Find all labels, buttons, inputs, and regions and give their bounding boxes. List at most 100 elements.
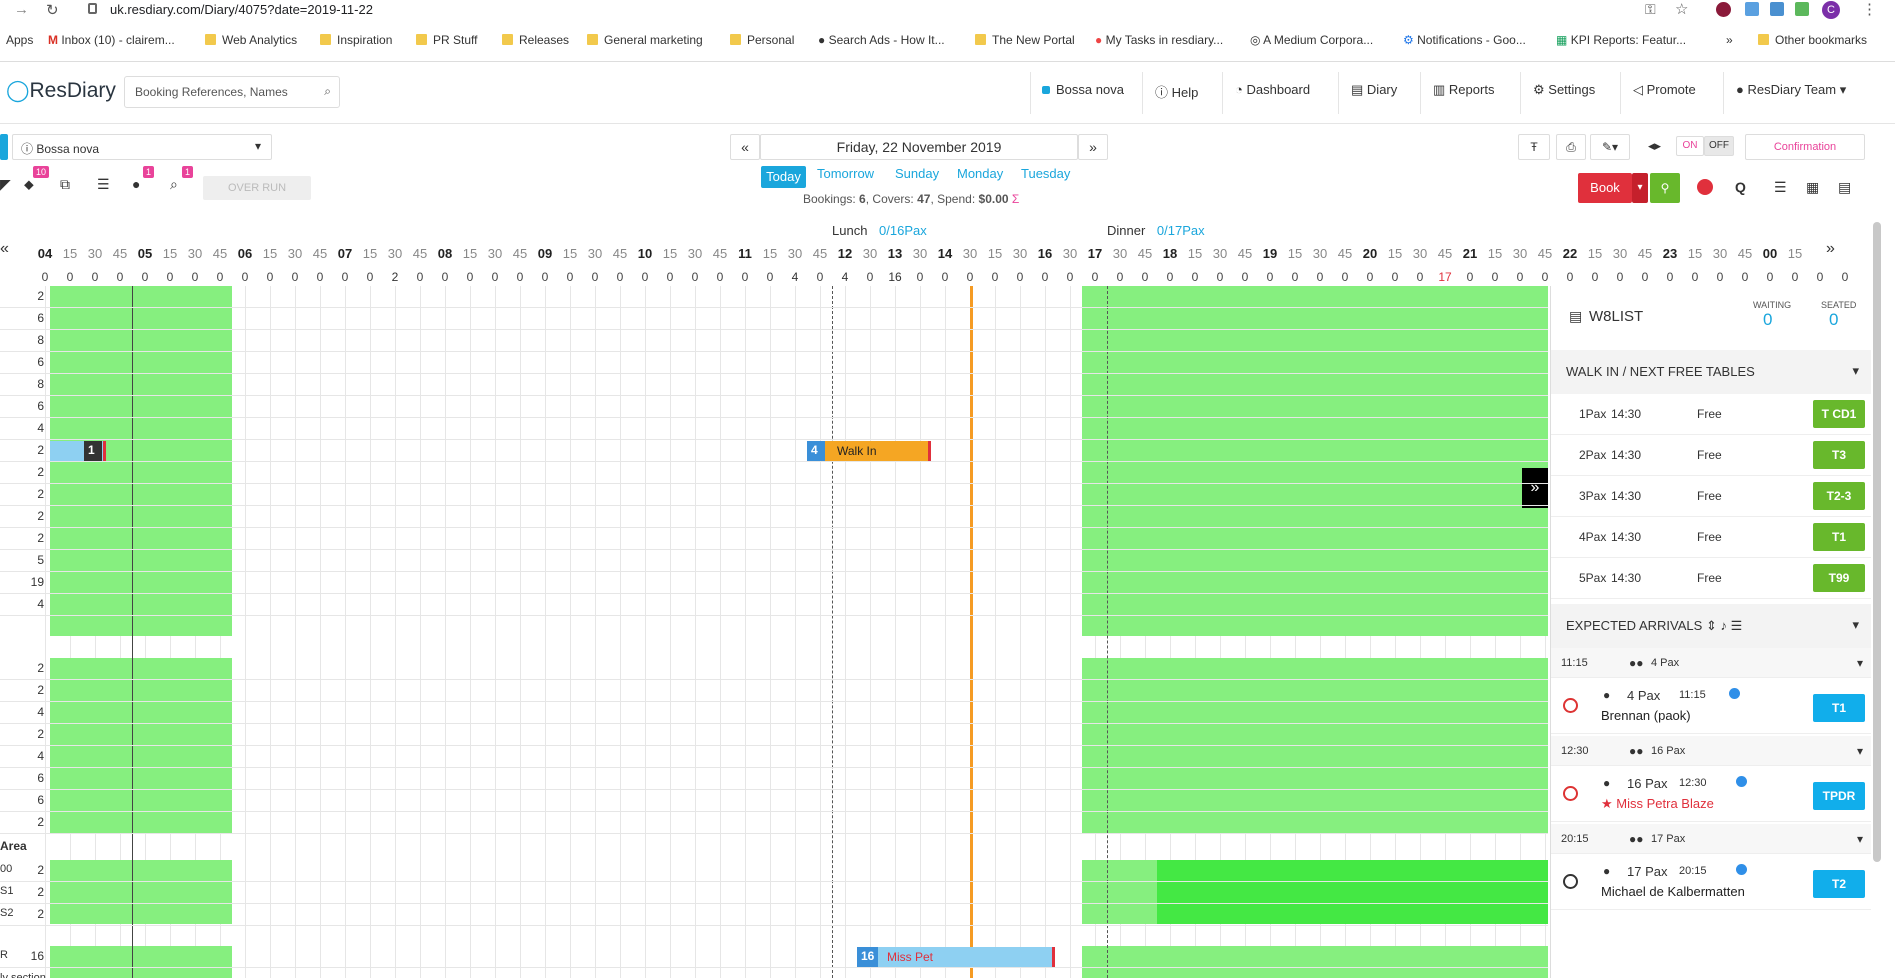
tag-icon[interactable]: ⬥	[24, 176, 34, 193]
toggle-off[interactable]: OFF	[1704, 136, 1734, 156]
walkin-section-header[interactable]: WALK IN / NEXT FREE TABLES ▾	[1551, 350, 1871, 394]
bookmark-web-analytics[interactable]: Web Analytics	[205, 33, 297, 47]
table-button[interactable]: T99	[1813, 564, 1865, 592]
walkin-row[interactable]: 2Pax 14:30 Free T3	[1551, 435, 1871, 476]
timeline-view-icon[interactable]: ☰	[1774, 179, 1787, 196]
table-row[interactable]: 4	[0, 702, 1548, 724]
book-dropdown[interactable]: ▾	[1632, 173, 1648, 203]
book-button[interactable]: Book	[1578, 173, 1632, 203]
table-row[interactable]: 16 R	[0, 946, 1548, 968]
extension-icon[interactable]	[1716, 2, 1731, 17]
table-row[interactable]: 8	[0, 374, 1548, 396]
table-row[interactable]: 2	[0, 484, 1548, 506]
guest-name[interactable]: Brennan (paok)	[1601, 708, 1691, 723]
bookmark-personal[interactable]: Personal	[730, 33, 794, 47]
menu-icon[interactable]: ⋮	[1862, 0, 1877, 18]
queue-button[interactable]: Q	[1735, 179, 1746, 195]
resdiary-logo[interactable]: ◯ResDiary	[6, 78, 116, 103]
bookmark-general-marketing[interactable]: General marketing	[587, 33, 703, 47]
copy-icon[interactable]: ⧉	[60, 176, 70, 193]
arrival-group-header[interactable]: 11:15 ●● 4 Pax ▾	[1551, 648, 1871, 678]
table-row[interactable]: 6	[0, 790, 1548, 812]
scroll-right-icon[interactable]: »	[1826, 240, 1835, 258]
chevron-down-icon[interactable]: ▾	[1857, 832, 1863, 846]
table-row[interactable]: 6	[0, 352, 1548, 374]
table-view-icon[interactable]: ▤	[1838, 179, 1851, 196]
table-row[interactable]: 4	[0, 418, 1548, 440]
key-icon[interactable]: ⚿	[1645, 1, 1656, 18]
nav-dashboard[interactable]: ◔ Dashboard	[1235, 82, 1310, 97]
walkin-row[interactable]: 3Pax 14:30 Free T2-3	[1551, 476, 1871, 517]
table-row[interactable]: 2	[0, 440, 1548, 462]
table-button[interactable]: T2-3	[1813, 482, 1865, 510]
table-row[interactable]: 6	[0, 396, 1548, 418]
nav-user-menu[interactable]: ● ResDiary Team ▾	[1736, 82, 1846, 98]
table-row[interactable]: 8	[0, 330, 1548, 352]
next-day-button[interactable]: »	[1078, 134, 1108, 160]
bookmarks-overflow[interactable]: »	[1726, 33, 1733, 47]
search-input[interactable]: Booking References, Names ⌕	[124, 76, 340, 108]
chevron-down-icon[interactable]: ▾	[1857, 744, 1863, 758]
diary-grid[interactable]: » 2 6 8 6 8 6 4 2 2 2 2 2 5 19 4 2 2 4 2 4 6 6 2 Area 2 00 2 S1 2 S2 1…	[0, 286, 1548, 978]
bookmark-pr-stuff[interactable]: PR Stuff	[416, 33, 477, 47]
nav-promote[interactable]: ◁ Promote	[1633, 82, 1696, 98]
assigned-table-button[interactable]: T1	[1813, 694, 1865, 722]
user-alert-icon[interactable]: ●	[132, 176, 140, 192]
table-row[interactable]: 4	[0, 746, 1548, 768]
table-row[interactable]: 2 S2	[0, 904, 1548, 926]
confirmation-button[interactable]: Confirmation	[1745, 134, 1865, 160]
star-icon[interactable]: ☆	[1675, 0, 1688, 18]
date-picker[interactable]: Friday, 22 November 2019	[760, 134, 1078, 160]
bookmark-apps[interactable]: Apps	[6, 33, 33, 47]
arrival-booking[interactable]: ● 4 Pax 11:15 Brennan (paok) T1	[1551, 680, 1871, 734]
arrival-booking[interactable]: ● 16 Pax 12:30 ★ Miss Petra Blaze TPDR	[1551, 768, 1871, 822]
day-tuesday[interactable]: Tuesday	[1021, 166, 1070, 181]
table-row[interactable]: 2 S1	[0, 882, 1548, 904]
assigned-table-button[interactable]: TPDR	[1813, 782, 1865, 810]
extension-icon[interactable]	[1745, 2, 1759, 16]
prev-day-button[interactable]: «	[730, 134, 760, 160]
nav-diary[interactable]: ▤ Diary	[1351, 82, 1397, 98]
nav-help[interactable]: ⓘ Help	[1155, 82, 1198, 101]
day-tomorrow[interactable]: Tomorrow	[817, 166, 874, 181]
scrollbar[interactable]	[1873, 222, 1881, 862]
table-row[interactable]: 2	[0, 506, 1548, 528]
table-row[interactable]: 2	[0, 812, 1548, 834]
arrivals-section-header[interactable]: EXPECTED ARRIVALS ⇕ ♪ ☰ ▾	[1551, 604, 1871, 648]
bookmark-inspiration[interactable]: Inspiration	[320, 33, 392, 47]
nav-venue[interactable]: Bossa nova	[1042, 82, 1124, 97]
bookmark-my-tasks[interactable]: ● My Tasks in resdiary...	[1095, 33, 1223, 47]
guest-name[interactable]: Michael de Kalbermatten	[1601, 884, 1745, 899]
nav-settings[interactable]: ⚙ Settings	[1533, 82, 1595, 98]
bookmark-other[interactable]: Other bookmarks	[1758, 33, 1867, 47]
expand-icon[interactable]: ◂▸	[1648, 138, 1661, 154]
table-row[interactable]: 2 00	[0, 860, 1548, 882]
booking-miss-petra[interactable]: 16 Miss Pet	[857, 947, 1055, 967]
bookmark-inbox[interactable]: M Inbox (10) - clairem...	[48, 33, 175, 47]
print-icon[interactable]: ⎙	[1556, 134, 1586, 160]
walkin-row[interactable]: 5Pax 14:30 Free T99	[1551, 558, 1871, 599]
table-row[interactable]: 2	[0, 680, 1548, 702]
url-text[interactable]: uk.resdiary.com/Diary/4075?date=2019-11-…	[110, 2, 373, 17]
chevron-down-icon[interactable]: ▾	[1857, 656, 1863, 670]
block-icon[interactable]	[1697, 179, 1713, 195]
filter-icon[interactable]: ◤	[0, 176, 11, 193]
walkin-row[interactable]: 4Pax 14:30 Free T1	[1551, 517, 1871, 558]
day-monday[interactable]: Monday	[957, 166, 1003, 181]
reload-icon[interactable]: ↻	[46, 1, 59, 19]
arrival-booking[interactable]: ● 17 Pax 20:15 Michael de Kalbermatten T…	[1551, 856, 1871, 910]
day-today[interactable]: Today	[761, 166, 806, 188]
bookmark-notifications[interactable]: ⚙ Notifications - Goo...	[1403, 33, 1526, 47]
assigned-table-button[interactable]: T2	[1813, 870, 1865, 898]
table-button[interactable]: T1	[1813, 523, 1865, 551]
list-icon[interactable]: ☰	[97, 176, 110, 193]
guest-name[interactable]: ★ Miss Petra Blaze	[1601, 796, 1714, 812]
extension-icon[interactable]	[1795, 2, 1809, 16]
day-sunday[interactable]: Sunday	[895, 166, 939, 181]
bookmark-search-ads[interactable]: ● Search Ads - How It...	[818, 33, 945, 47]
table-row[interactable]: 19	[0, 572, 1548, 594]
table-row[interactable]: 2	[0, 528, 1548, 550]
booking-block[interactable]: 1	[50, 441, 106, 461]
table-row[interactable]: 6	[0, 768, 1548, 790]
table-row[interactable]: 2	[0, 724, 1548, 746]
